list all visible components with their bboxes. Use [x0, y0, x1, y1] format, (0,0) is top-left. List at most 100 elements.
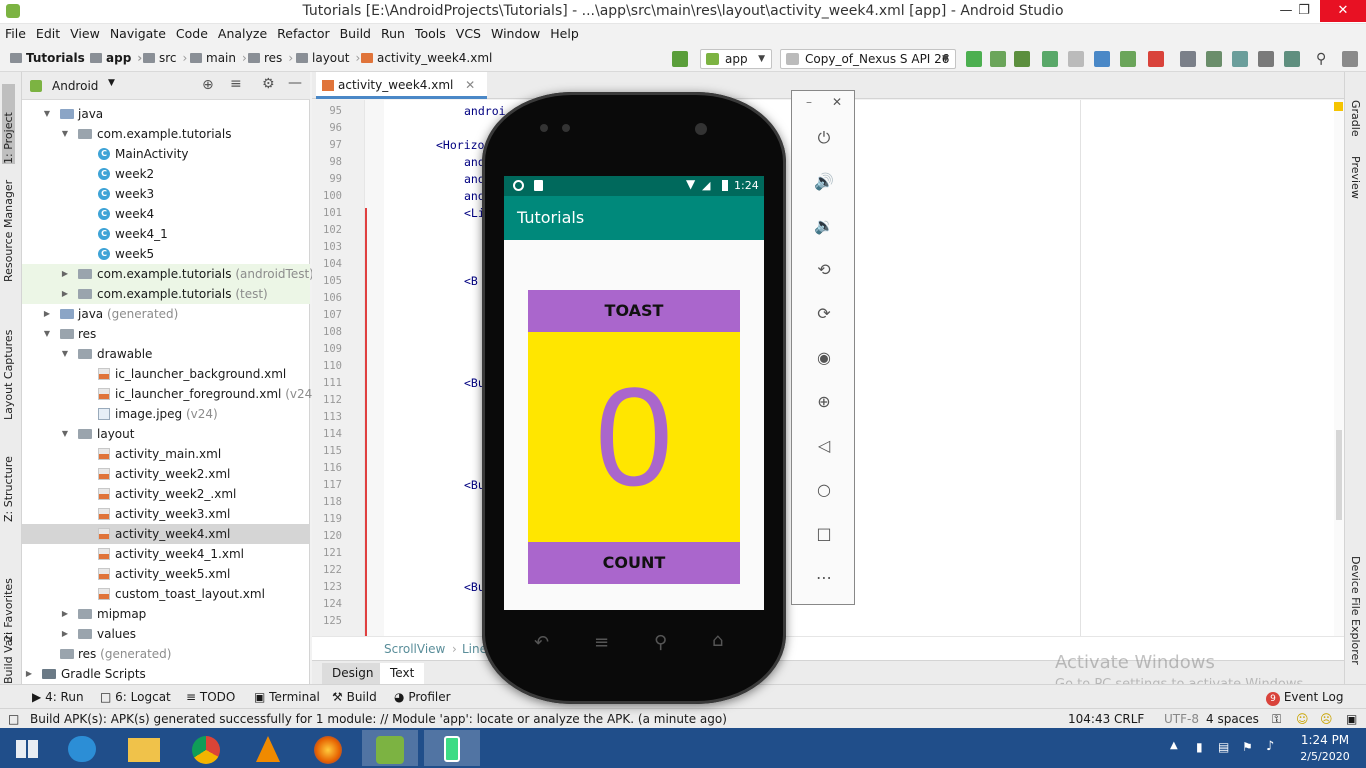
breadcrumb-main[interactable]: main › [190, 51, 247, 65]
sad-face-icon[interactable]: ☹ [1320, 712, 1333, 726]
locate-icon[interactable]: ⊕ [202, 77, 214, 93]
power-icon[interactable]: ⏻ [814, 128, 834, 148]
module-select[interactable]: app ▼ [700, 49, 772, 69]
tree-item-java-generated[interactable]: ▶ java (generated) [22, 304, 310, 324]
search-icon[interactable]: ⚲ [1316, 51, 1332, 67]
home-key-icon[interactable]: ⌂ [712, 630, 723, 651]
menu-key-icon[interactable]: ≡ [594, 632, 609, 653]
lock-icon[interactable]: ⚿ [1272, 712, 1281, 727]
tree-item-layout[interactable]: ▼ layout [22, 424, 310, 444]
tree-item-activity-main[interactable]: activity_main.xml [22, 444, 310, 464]
tree-item-activity-week5[interactable]: activity_week5.xml [22, 564, 310, 584]
tool-profiler[interactable]: ◕ Profiler [394, 690, 451, 704]
line-separator[interactable]: CRLF [1114, 712, 1144, 726]
rotate-left-icon[interactable]: ⟲ [814, 260, 834, 280]
tray-device-icon[interactable]: ▮ [1196, 740, 1203, 754]
sync-gradle-icon[interactable] [1232, 51, 1248, 67]
profile-icon[interactable] [1094, 51, 1110, 67]
tray-flag-icon[interactable]: ⚑ [1242, 740, 1253, 754]
toast-button[interactable]: TOAST [528, 290, 740, 332]
tree-item-res[interactable]: ▼ res [22, 324, 310, 344]
count-button[interactable]: COUNT [528, 542, 740, 584]
menu-code[interactable]: Code [171, 24, 213, 44]
menu-navigate[interactable]: Navigate [105, 24, 171, 44]
collapse-all-icon[interactable]: ≡ [230, 76, 242, 92]
menu-build[interactable]: Build [335, 24, 376, 44]
stop-icon[interactable] [1148, 51, 1164, 67]
close-button[interactable]: ✕ [1320, 0, 1366, 22]
tab-build-variants[interactable]: Build Variants [2, 632, 15, 684]
tree-item-activity-week2-alt[interactable]: activity_week2_.xml [22, 484, 310, 504]
tab-preview[interactable]: Preview [1349, 156, 1362, 199]
start-button[interactable] [0, 730, 56, 766]
tray-network-icon[interactable]: ▤ [1218, 740, 1229, 754]
apply-changes-icon[interactable] [990, 51, 1006, 67]
tree-item-package-androidtest[interactable]: ▶ com.example.tutorials (androidTest) [22, 264, 314, 284]
taskbar-android-studio[interactable] [362, 730, 418, 766]
breadcrumb-res[interactable]: res › [248, 51, 293, 65]
hide-panel-icon[interactable]: — [288, 75, 302, 91]
tab-gradle[interactable]: Gradle [1349, 100, 1362, 137]
run-icon[interactable] [966, 51, 982, 67]
taskbar-time[interactable]: 1:24 PM [1292, 733, 1358, 747]
menu-refactor[interactable]: Refactor [272, 24, 334, 44]
menu-run[interactable]: Run [376, 24, 410, 44]
tool-build[interactable]: ⚒ Build [332, 690, 377, 704]
tree-item-week4[interactable]: Cweek4 [22, 204, 310, 224]
tree-item-week5[interactable]: Cweek5 [22, 244, 310, 264]
menu-edit[interactable]: Edit [31, 24, 65, 44]
device-select[interactable]: Copy_of_Nexus S API 26 ▼ [780, 49, 956, 69]
tree-item-week4-1[interactable]: Cweek4_1 [22, 224, 310, 244]
restore-button[interactable]: ❐ [1288, 0, 1320, 22]
tree-item-ic-launcher-foreground[interactable]: ic_launcher_foreground.xml (v24) [22, 384, 317, 404]
tree-item-mipmap[interactable]: ▶ mipmap [22, 604, 310, 624]
attach-debugger-icon[interactable] [1068, 51, 1084, 67]
notifications-icon[interactable]: ▣ [1346, 712, 1357, 726]
editor-scrollbar[interactable] [1334, 100, 1344, 636]
volume-up-icon[interactable]: 🔊 [814, 172, 834, 192]
make-project-icon[interactable] [672, 51, 688, 67]
zoom-icon[interactable]: ⊕ [814, 392, 834, 412]
tree-item-activity-week2[interactable]: activity_week2.xml [22, 464, 310, 484]
ide-update-icon[interactable] [1342, 51, 1358, 67]
scroll-thumb[interactable] [1336, 430, 1342, 520]
taskbar-emulator[interactable] [424, 730, 480, 766]
search-key-icon[interactable]: ⚲ [654, 632, 667, 653]
tree-item-values[interactable]: ▶ values [22, 624, 310, 644]
event-log-button[interactable]: 9 Event Log [1266, 690, 1343, 706]
debug-icon[interactable] [1042, 51, 1058, 67]
camera-icon[interactable]: ◉ [814, 348, 834, 368]
taskbar-vlc[interactable] [240, 730, 296, 766]
tab-text[interactable]: Text [380, 663, 425, 685]
more-icon[interactable]: ⋯ [814, 568, 834, 588]
back-icon[interactable]: ◁ [814, 436, 834, 456]
chevron-down-icon[interactable]: ▼ [108, 78, 115, 88]
tree-item-week3[interactable]: Cweek3 [22, 184, 310, 204]
tab-layout-captures[interactable]: Layout Captures [2, 310, 15, 420]
volume-down-icon[interactable]: 🔉 [814, 216, 834, 236]
tree-item-gradle-scripts[interactable]: ▶ Gradle Scripts [22, 664, 310, 684]
taskbar-chrome[interactable] [178, 730, 234, 766]
menu-analyze[interactable]: Analyze [213, 24, 272, 44]
tree-item-image-jpeg[interactable]: image.jpeg (v24) [22, 404, 310, 424]
tree-item-activity-week4-1[interactable]: activity_week4_1.xml [22, 544, 310, 564]
tree-item-res-generated[interactable]: res (generated) [22, 644, 310, 664]
caret-position[interactable]: 104:43 [1068, 712, 1110, 726]
project-view-select[interactable]: Android [52, 79, 98, 93]
taskbar-explorer[interactable] [116, 730, 172, 766]
tree-item-mainactivity[interactable]: C MainActivity [22, 144, 310, 164]
close-tab-icon[interactable]: ✕ [465, 78, 475, 92]
tray-volume-icon[interactable]: ♪ [1266, 739, 1274, 754]
status-message[interactable]: Build APK(s): APK(s) generated successfu… [30, 712, 727, 726]
avd-manager-icon[interactable] [1206, 51, 1222, 67]
emulator-minimize-icon[interactable]: – [806, 95, 812, 109]
taskbar-date[interactable]: 2/5/2020 [1292, 750, 1358, 763]
tree-item-activity-week3[interactable]: activity_week3.xml [22, 504, 310, 524]
menu-file[interactable]: File [0, 24, 31, 44]
tool-run[interactable]: ▶ 4: Run [32, 690, 84, 704]
file-encoding[interactable]: UTF-8 [1164, 712, 1199, 726]
menu-vcs[interactable]: VCS [451, 24, 486, 44]
breadcrumb-src[interactable]: src › [143, 51, 187, 65]
tree-item-drawable[interactable]: ▼ drawable [22, 344, 310, 364]
layout-inspector-icon[interactable] [1284, 51, 1300, 67]
